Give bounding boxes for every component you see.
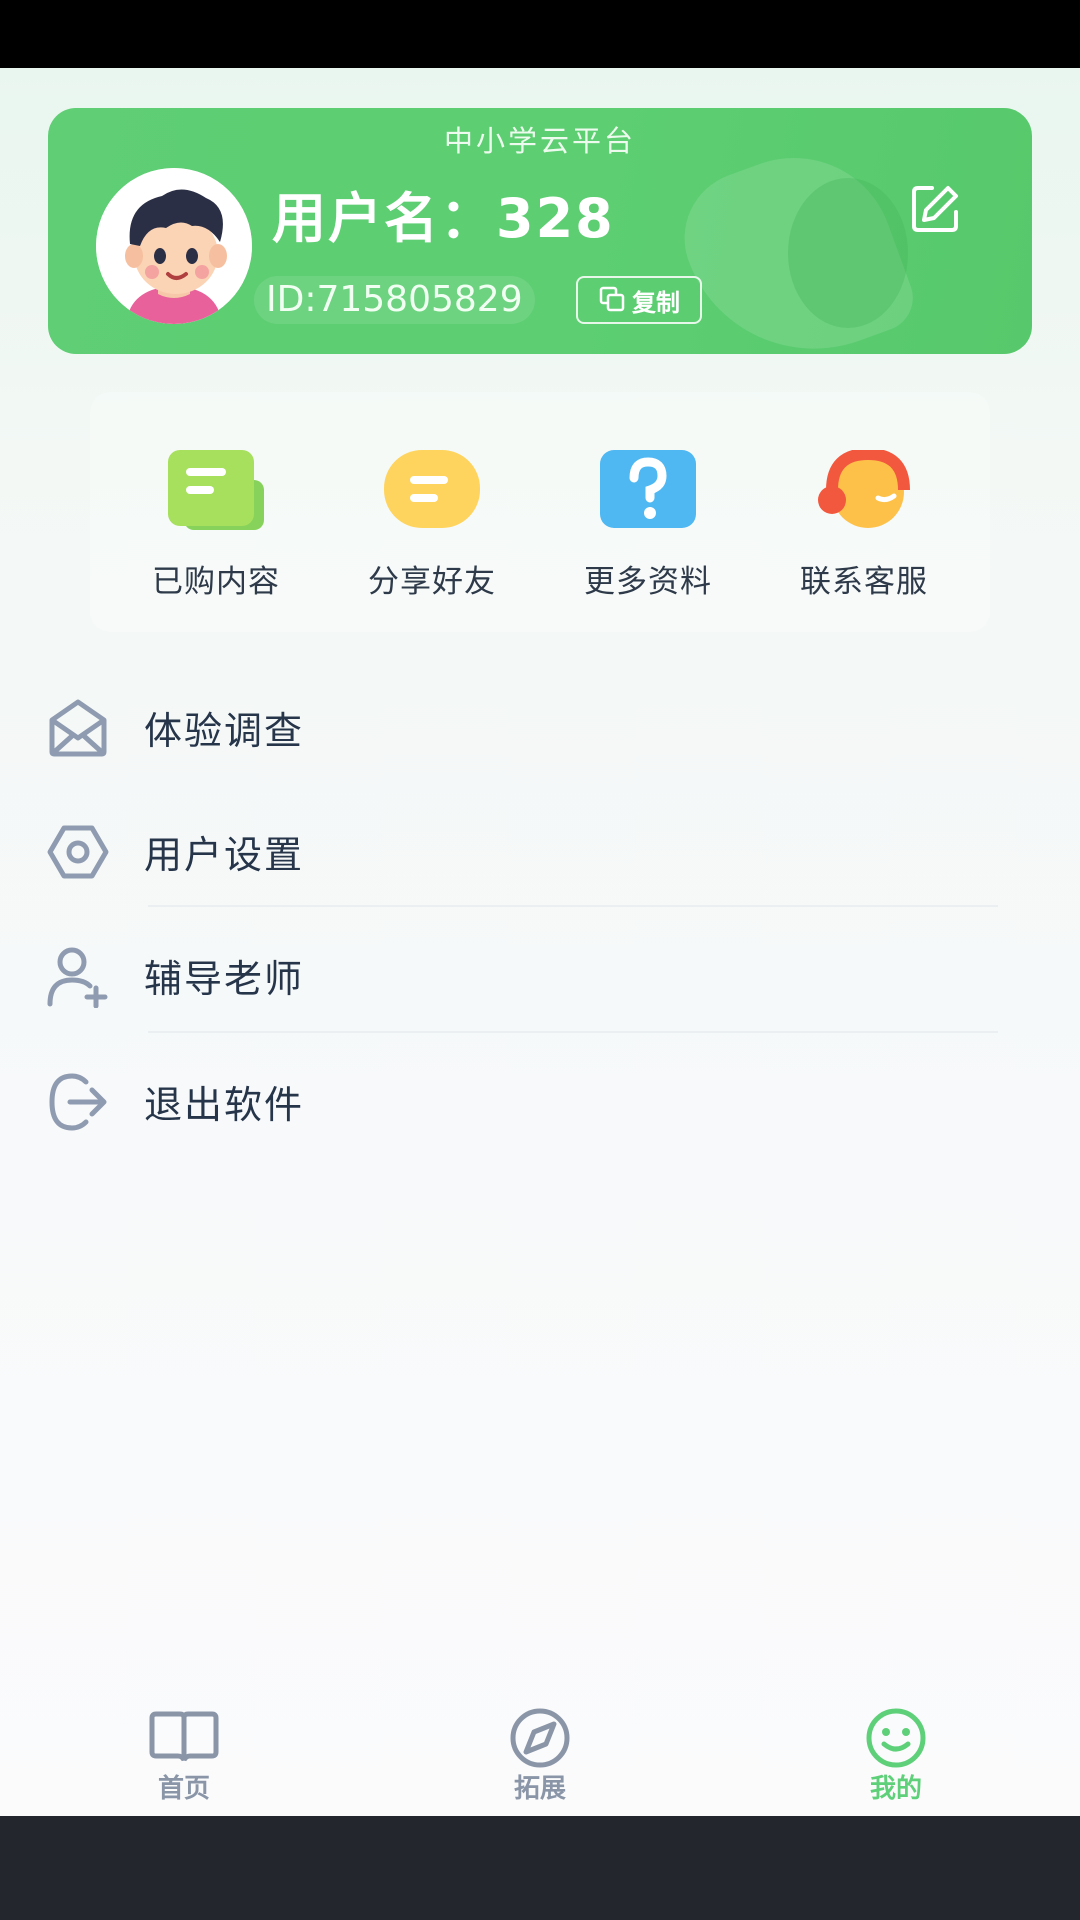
menu-item-tutor[interactable]: 辅导老师 — [0, 914, 1080, 1038]
question-mark-icon — [600, 450, 696, 528]
smiley-icon — [866, 1708, 926, 1768]
copy-label: 复制 — [632, 288, 680, 317]
quick-action-purchased[interactable]: 已购内容 — [126, 450, 306, 600]
platform-title: 中小学云平台 — [443, 124, 636, 158]
copy-icon — [599, 286, 625, 312]
menu-item-survey[interactable]: 体验调查 — [0, 666, 1080, 790]
nav-tab-mine[interactable]: 我的 — [806, 1680, 986, 1816]
share-friends-icon — [384, 450, 480, 528]
username: 用户名：328 — [272, 187, 615, 250]
quick-action-label: 联系客服 — [800, 564, 928, 600]
nav-label: 我的 — [869, 1774, 922, 1804]
card-decoration — [788, 178, 908, 328]
user-id: ID:715805829 — [254, 276, 535, 324]
edit-profile-button[interactable] — [908, 182, 962, 236]
profile-card: 中小学云平台 用户名：328 ID:715805829 复制 — [48, 108, 1032, 354]
quick-action-label: 分享好友 — [368, 564, 496, 600]
menu-divider — [148, 905, 998, 907]
nav-tab-home[interactable]: 首页 — [94, 1680, 274, 1816]
logout-icon — [49, 1073, 107, 1131]
headset-service-icon — [818, 450, 910, 528]
nav-label: 首页 — [157, 1774, 210, 1804]
nav-label: 拓展 — [513, 1774, 566, 1804]
purchased-content-icon — [168, 450, 264, 530]
envelope-icon — [49, 699, 107, 757]
user-add-icon — [47, 947, 108, 1008]
menu-label: 体验调查 — [144, 709, 305, 753]
quick-action-service[interactable]: 联系客服 — [774, 450, 954, 600]
menu-item-exit[interactable]: 退出软件 — [0, 1040, 1080, 1164]
quick-action-label: 更多资料 — [584, 564, 712, 600]
quick-action-label: 已购内容 — [152, 564, 280, 600]
avatar-illustration — [96, 168, 252, 324]
menu-label: 辅导老师 — [144, 957, 305, 1001]
bottom-navigation: 首页 拓展 我的 — [0, 1680, 1080, 1816]
menu-item-user-settings[interactable]: 用户设置 — [0, 790, 1080, 914]
nav-tab-explore[interactable]: 拓展 — [450, 1680, 630, 1816]
compass-icon — [510, 1708, 570, 1768]
avatar[interactable] — [96, 168, 252, 324]
hexagon-settings-icon — [47, 825, 109, 879]
menu-label: 退出软件 — [144, 1083, 305, 1127]
book-icon — [149, 1711, 219, 1762]
system-navigation-bar — [0, 1816, 1080, 1920]
menu-divider — [148, 1031, 998, 1033]
copy-id-button[interactable]: 复制 — [576, 276, 702, 324]
menu-label: 用户设置 — [144, 833, 305, 877]
quick-action-more[interactable]: 更多资料 — [558, 450, 738, 600]
edit-icon — [912, 186, 958, 232]
quick-action-share[interactable]: 分享好友 — [342, 450, 522, 600]
status-bar — [0, 0, 1080, 68]
